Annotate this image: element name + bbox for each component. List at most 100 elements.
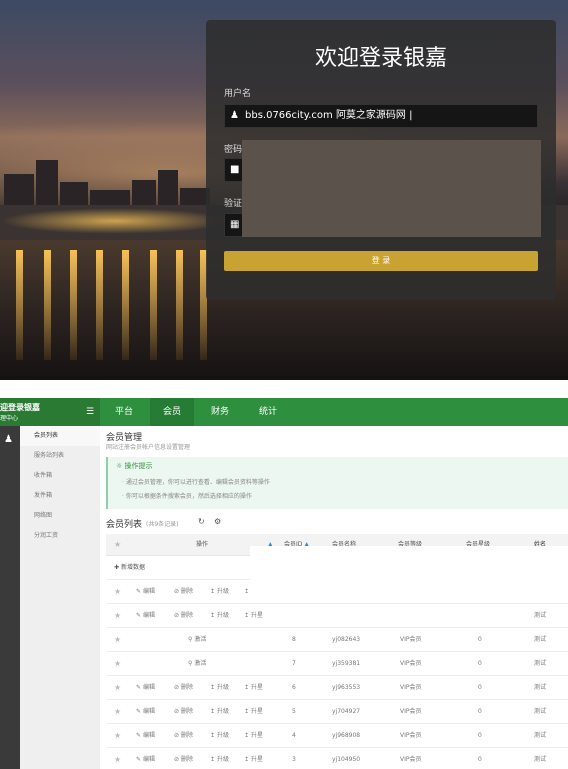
user-icon: ♟ [230, 110, 239, 121]
top-nav-bar: 迎登录银嘉 理中心 ☰ 平台 会员 财务 统计 [0, 398, 568, 426]
star-icon[interactable]: ★ [114, 604, 121, 628]
delete-button[interactable]: ⊘ 删除 [174, 724, 193, 748]
tip-box: ☼ 操作提示 · 通过会员管理，你可以进行查看、编辑会员资料等操作 · 你可以根… [106, 457, 568, 509]
upgrade-button[interactable]: ↥ 升级 [210, 580, 229, 604]
upgrade-button[interactable]: ↥ 升级 [210, 604, 229, 628]
sidebar-item-network[interactable]: 网络图 [20, 506, 100, 526]
member-name: yj104950 [332, 756, 361, 763]
star-icon[interactable]: ★ [114, 724, 121, 748]
star-icon[interactable]: ★ [114, 700, 121, 724]
member-star: 0 [478, 636, 482, 643]
real-name: 测试 [534, 612, 547, 619]
table-row: ★ ✎ 编辑 ⊘ 删除 ↥ 升级 ↥ 升星 5 yj704927 VIP会员 0 测试 [106, 700, 568, 724]
member-star: 0 [478, 708, 482, 715]
username-field[interactable]: ♟ bbs.0766city.com 阿莫之家源码网 | [224, 104, 538, 128]
username-value: bbs.0766city.com 阿莫之家源码网 | [245, 110, 413, 121]
login-title: 欢迎登录银嘉 [314, 46, 447, 71]
sidebar-item-outbox[interactable]: 发件箱 [20, 486, 100, 506]
brand-title: 迎登录银嘉 [0, 403, 40, 412]
delete-button[interactable]: ⊘ 删除 [174, 604, 193, 628]
sidebar: 会员列表 服务站列表 收件箱 发件箱 网络图 分润工资 [20, 426, 100, 769]
list-title: 会员列表 [106, 520, 143, 530]
delete-button[interactable]: ⊘ 删除 [174, 700, 193, 724]
delete-button[interactable]: ⊘ 删除 [174, 676, 193, 700]
member-id: 3 [292, 756, 296, 763]
sidebar-item-inbox[interactable]: 收件箱 [20, 466, 100, 486]
tab-stats[interactable]: 统计 [246, 398, 290, 426]
activate-button[interactable]: ⚲ 激活 [188, 652, 206, 676]
col-action: 操作 [196, 541, 209, 548]
table-row: ★ ✎ 编辑 ⊘ 删除 ↥ 升级 ↥ 升星 6 yj963553 VIP会员 0 测试 [106, 676, 568, 700]
upgrade-button[interactable]: ↥ 升级 [210, 724, 229, 748]
promote-button[interactable]: ↥ 升星 [244, 724, 263, 748]
star-icon[interactable]: ★ [114, 580, 121, 604]
add-data-button[interactable]: ✚ 新增数据 [114, 562, 145, 571]
member-id: 7 [292, 660, 296, 667]
tab-finance[interactable]: 财务 [198, 398, 242, 426]
real-name: 测试 [534, 684, 547, 691]
promote-button[interactable]: ↥ 升星 [244, 604, 263, 628]
edit-button[interactable]: ✎ 编辑 [136, 748, 155, 769]
table-row: ★ ✎ 编辑 ⊘ 删除 ↥ 升级 ↥ 升星 3 yj104950 VIP会员 0 测试 [106, 748, 568, 769]
edit-button[interactable]: ✎ 编辑 [136, 700, 155, 724]
star-icon[interactable]: ★ [114, 628, 121, 652]
tip-heading: ☼ 操作提示 [116, 462, 153, 470]
edit-button[interactable]: ✎ 编辑 [136, 676, 155, 700]
login-screenshot: 欢迎登录银嘉 用户名 ♟ bbs.0766city.com 阿莫之家源码网 | … [0, 0, 568, 380]
member-name: yj968908 [332, 732, 361, 739]
edit-button[interactable]: ✎ 编辑 [136, 604, 155, 628]
sidebar-item-member-list[interactable]: 会员列表 [20, 426, 100, 446]
delete-button[interactable]: ⊘ 删除 [174, 580, 193, 604]
captcha-label: 验证 [224, 199, 243, 209]
street-lights [0, 208, 230, 234]
star-icon[interactable]: ★ [114, 676, 121, 700]
promote-button[interactable]: ↥ 升星 [244, 676, 263, 700]
member-level: VIP会员 [400, 756, 422, 763]
member-level: VIP会员 [400, 708, 422, 715]
tab-member[interactable]: 会员 [150, 398, 194, 426]
brand-subtitle: 理中心 [0, 415, 19, 422]
page-subtitle: 网站注册会员帐户信息设置管理 [106, 444, 191, 451]
member-icon[interactable]: ♟ [4, 434, 13, 445]
star-icon[interactable]: ★ [114, 748, 121, 769]
sidebar-item-station-list[interactable]: 服务站列表 [20, 446, 100, 466]
upgrade-button[interactable]: ↥ 升级 [210, 676, 229, 700]
member-name: yj704927 [332, 708, 361, 715]
table-row: ★ ⚲ 激活 7 yj359381 VIP会员 0 测试 [106, 652, 568, 676]
table-row: ★ ⚲ 激活 8 yj082643 VIP会员 0 测试 [106, 628, 568, 652]
qrcode-icon: ▦ [230, 219, 240, 230]
edit-button[interactable]: ✎ 编辑 [136, 580, 155, 604]
member-id: 4 [292, 732, 296, 739]
redaction-overlay [242, 140, 541, 237]
member-name: yj359381 [332, 660, 361, 667]
upgrade-button[interactable]: ↥ 升级 [210, 700, 229, 724]
real-name: 测试 [534, 660, 547, 667]
member-star: 0 [478, 684, 482, 691]
member-level: VIP会员 [400, 660, 422, 667]
edit-button[interactable]: ✎ 编辑 [136, 724, 155, 748]
member-name: yj082643 [332, 636, 361, 643]
lock-icon: ■ [230, 164, 240, 175]
login-button[interactable]: 登 录 [224, 251, 538, 271]
delete-button[interactable]: ⊘ 删除 [174, 748, 193, 769]
member-star: 0 [478, 660, 482, 667]
member-level: VIP会员 [400, 732, 422, 739]
refresh-icon[interactable]: ↻ [198, 517, 205, 526]
tab-platform[interactable]: 平台 [102, 398, 146, 426]
member-id: 8 [292, 636, 296, 643]
redaction-overlay [250, 546, 568, 602]
promote-button[interactable]: ↥ 升星 [244, 700, 263, 724]
activate-button[interactable]: ⚲ 激活 [188, 628, 206, 652]
sidebar-item-profit[interactable]: 分润工资 [20, 526, 100, 546]
brand: 迎登录银嘉 理中心 ☰ [0, 398, 100, 426]
password-label: 密码 [224, 145, 243, 155]
settings-icon[interactable]: ⚙ [214, 517, 221, 526]
member-name: yj963553 [332, 684, 361, 691]
upgrade-button[interactable]: ↥ 升级 [210, 748, 229, 769]
star-icon[interactable]: ★ [114, 652, 121, 676]
member-id: 6 [292, 684, 296, 691]
menu-toggle-icon[interactable]: ☰ [86, 407, 94, 417]
real-name: 测试 [534, 708, 547, 715]
real-name: 测试 [534, 732, 547, 739]
promote-button[interactable]: ↥ 升星 [244, 748, 263, 769]
